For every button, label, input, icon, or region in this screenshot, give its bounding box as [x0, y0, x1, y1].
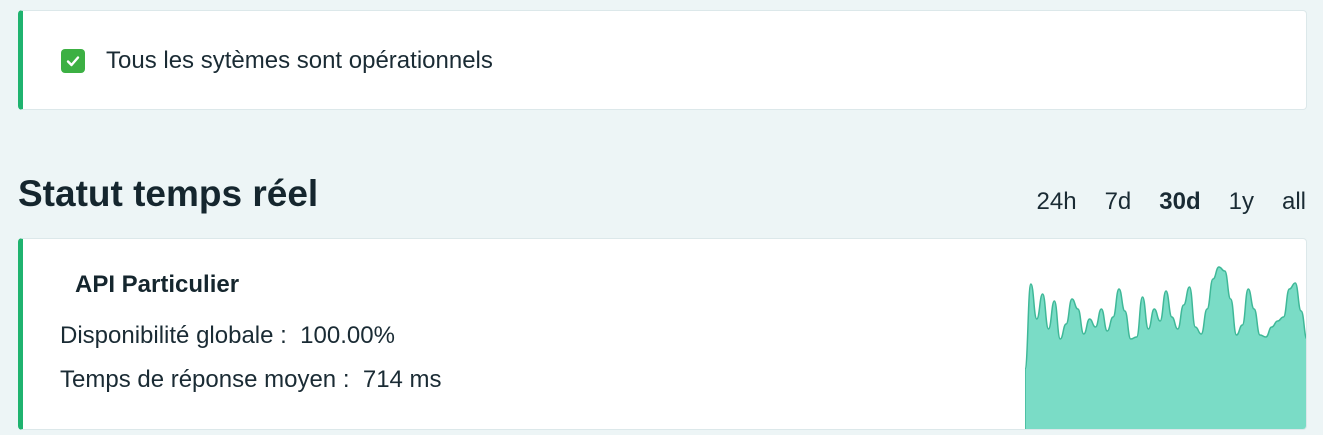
sparkline-area: [1025, 266, 1306, 429]
availability-label: Disponibilité globale :: [60, 322, 287, 349]
response-time-label: Temps de réponse moyen :: [60, 366, 350, 393]
range-tab-24h[interactable]: 24h: [1037, 187, 1077, 217]
status-text: Tous les sytèmes sont opérationnels: [106, 47, 493, 74]
range-tabs: 24h 7d 30d 1y all: [1009, 187, 1306, 217]
availability-value: 100.00%: [300, 322, 395, 349]
section-title: Statut temps réel: [18, 173, 319, 214]
response-time-row: Temps de réponse moyen : 714 ms: [60, 366, 442, 394]
response-time-value: 714 ms: [362, 366, 442, 393]
range-tab-7d[interactable]: 7d: [1105, 187, 1132, 217]
api-card[interactable]: API Particulier Disponibilité globale : …: [18, 238, 1307, 430]
response-time-sparkline: [1025, 266, 1306, 429]
api-name: API Particulier: [75, 271, 240, 298]
status-banner: Tous les sytèmes sont opérationnels: [18, 10, 1307, 110]
range-tab-1y[interactable]: 1y: [1229, 187, 1254, 217]
check-mark-icon: [61, 49, 85, 73]
range-tab-all[interactable]: all: [1282, 187, 1306, 217]
range-tab-30d[interactable]: 30d: [1159, 187, 1200, 217]
availability-row: Disponibilité globale : 100.00%: [60, 322, 395, 350]
